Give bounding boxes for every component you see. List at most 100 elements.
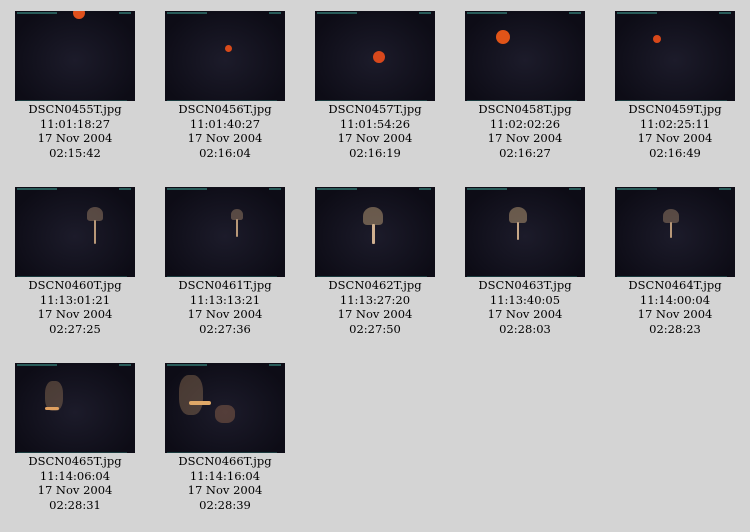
thumbnail-image[interactable] [165, 187, 285, 277]
caption-time: 11:13:13:21 [189, 292, 261, 307]
overlay-stripe [17, 188, 57, 190]
overlay-stripe [17, 12, 57, 14]
caption-elapsed: 02:16:49 [649, 145, 701, 160]
overlay-stripe [167, 188, 207, 190]
caption-elapsed: 02:28:31 [49, 497, 101, 512]
thumbnail-caption: DSCN0457T.jpg 11:01:54:26 17 Nov 2004 02:16… [300, 102, 450, 160]
overlay-stripe [569, 188, 581, 190]
thumbnail-caption: DSCN0462T.jpg 11:13:27:20 17 Nov 2004 02:27… [300, 278, 450, 336]
thumbnail-item[interactable]: DSCN0465T.jpg 11:14:06:04 17 Nov 2004 02:28… [0, 363, 150, 512]
caption-file[interactable]: DSCN0466T.jpg [150, 454, 300, 469]
overlay-stripe [617, 12, 657, 14]
overlay-stripe [719, 188, 731, 190]
caption-date: 17 Nov 2004 [37, 307, 113, 321]
thumbnail-image[interactable] [15, 363, 135, 453]
thumbnail-item[interactable]: DSCN0459T.jpg 11:02:25:11 17 Nov 2004 02:16… [600, 11, 750, 160]
overlay-stripe [419, 188, 431, 190]
overlay-stripe [167, 452, 277, 453]
caption-file[interactable]: DSCN0464T.jpg [600, 278, 750, 293]
photo-subject [236, 219, 238, 237]
thumbnail-caption: DSCN0466T.jpg 11:14:16:04 17 Nov 2004 02:28… [150, 454, 300, 512]
thumbnail-caption: DSCN0458T.jpg 11:02:02:26 17 Nov 2004 02:16… [450, 102, 600, 160]
caption-file[interactable]: DSCN0456T.jpg [150, 102, 300, 117]
caption-date: 17 Nov 2004 [337, 131, 413, 145]
overlay-stripe [467, 276, 577, 277]
photo-subject [87, 207, 103, 221]
overlay-stripe [317, 100, 427, 101]
overlay-stripe [17, 364, 57, 366]
thumbnail-image[interactable] [615, 11, 735, 101]
caption-file[interactable]: DSCN0460T.jpg [0, 278, 150, 293]
caption-file[interactable]: DSCN0461T.jpg [150, 278, 300, 293]
overlay-stripe [167, 276, 277, 277]
overlay-stripe [569, 12, 581, 14]
thumbnail-image[interactable] [465, 11, 585, 101]
overlay-stripe [419, 12, 431, 14]
caption-date: 17 Nov 2004 [37, 131, 113, 145]
caption-time: 11:14:06:04 [39, 468, 111, 483]
thumbnail-caption: DSCN0455T.jpg 11:01:18:27 17 Nov 2004 02:15… [0, 102, 150, 160]
thumbnail-item[interactable]: DSCN0456T.jpg 11:01:40:27 17 Nov 2004 02:16… [150, 11, 300, 160]
thumbnail-image[interactable] [615, 187, 735, 277]
caption-file[interactable]: DSCN0457T.jpg [300, 102, 450, 117]
photo-subject [363, 207, 383, 225]
thumbnail-image[interactable] [465, 187, 585, 277]
overlay-stripe [617, 188, 657, 190]
thumbnail-caption: DSCN0461T.jpg 11:13:13:21 17 Nov 2004 02:27… [150, 278, 300, 336]
thumbnail-image[interactable] [315, 11, 435, 101]
caption-elapsed: 02:28:23 [649, 321, 701, 336]
overlay-stripe [17, 452, 127, 453]
thumbnail-image[interactable] [15, 11, 135, 101]
overlay-stripe [719, 12, 731, 14]
overlay-stripe [467, 188, 507, 190]
caption-time: 11:01:18:27 [39, 116, 111, 131]
thumbnail-item[interactable]: DSCN0461T.jpg 11:13:13:21 17 Nov 2004 02:27… [150, 187, 300, 336]
overlay-stripe [467, 100, 577, 101]
caption-time: 11:02:02:26 [489, 116, 561, 131]
caption-elapsed: 02:16:19 [349, 145, 401, 160]
thumbnail-caption: DSCN0460T.jpg 11:13:01:21 17 Nov 2004 02:27… [0, 278, 150, 336]
caption-file[interactable]: DSCN0463T.jpg [450, 278, 600, 293]
thumbnail-item[interactable]: DSCN0455T.jpg 11:01:18:27 17 Nov 2004 02:15… [0, 11, 150, 160]
thumbnail-image[interactable] [165, 11, 285, 101]
caption-file[interactable]: DSCN0458T.jpg [450, 102, 600, 117]
caption-file[interactable]: DSCN0465T.jpg [0, 454, 150, 469]
thumbnail-item[interactable]: DSCN0463T.jpg 11:13:40:05 17 Nov 2004 02:28… [450, 187, 600, 336]
overlay-stripe [269, 364, 281, 366]
photo-subject [225, 45, 232, 52]
photo-subject [509, 207, 527, 223]
thumbnail-caption: DSCN0463T.jpg 11:13:40:05 17 Nov 2004 02:28… [450, 278, 600, 336]
overlay-stripe [119, 188, 131, 190]
overlay-stripe [167, 100, 277, 101]
overlay-stripe [317, 188, 357, 190]
photo-subject [73, 11, 85, 19]
photo-subject [94, 220, 96, 244]
overlay-stripe [317, 276, 427, 277]
caption-date: 17 Nov 2004 [187, 483, 263, 497]
thumbnail-image[interactable] [165, 363, 285, 453]
overlay-stripe [269, 188, 281, 190]
caption-date: 17 Nov 2004 [37, 483, 113, 497]
overlay-stripe [617, 100, 727, 101]
caption-time: 11:14:00:04 [639, 292, 711, 307]
caption-elapsed: 02:16:04 [199, 145, 251, 160]
thumbnail-item[interactable]: DSCN0457T.jpg 11:01:54:26 17 Nov 2004 02:16… [300, 11, 450, 160]
caption-file[interactable]: DSCN0462T.jpg [300, 278, 450, 293]
overlay-stripe [467, 12, 507, 14]
thumbnail-item[interactable]: DSCN0458T.jpg 11:02:02:26 17 Nov 2004 02:16… [450, 11, 600, 160]
thumbnail-image[interactable] [15, 187, 135, 277]
thumbnail-caption: DSCN0464T.jpg 11:14:00:04 17 Nov 2004 02:28… [600, 278, 750, 336]
thumbnail-caption: DSCN0465T.jpg 11:14:06:04 17 Nov 2004 02:28… [0, 454, 150, 512]
caption-time: 11:01:54:26 [339, 116, 411, 131]
caption-time: 11:13:01:21 [39, 292, 111, 307]
thumbnail-item[interactable]: DSCN0462T.jpg 11:13:27:20 17 Nov 2004 02:27… [300, 187, 450, 336]
caption-time: 11:02:25:11 [639, 116, 711, 131]
caption-date: 17 Nov 2004 [487, 131, 563, 145]
thumbnail-caption: DSCN0459T.jpg 11:02:25:11 17 Nov 2004 02:16… [600, 102, 750, 160]
thumbnail-item[interactable]: DSCN0464T.jpg 11:14:00:04 17 Nov 2004 02:28… [600, 187, 750, 336]
thumbnail-item[interactable]: DSCN0460T.jpg 11:13:01:21 17 Nov 2004 02:27… [0, 187, 150, 336]
thumbnail-item[interactable]: DSCN0466T.jpg 11:14:16:04 17 Nov 2004 02:28… [150, 363, 300, 512]
thumbnail-image[interactable] [315, 187, 435, 277]
caption-file[interactable]: DSCN0455T.jpg [0, 102, 150, 117]
caption-file[interactable]: DSCN0459T.jpg [600, 102, 750, 117]
